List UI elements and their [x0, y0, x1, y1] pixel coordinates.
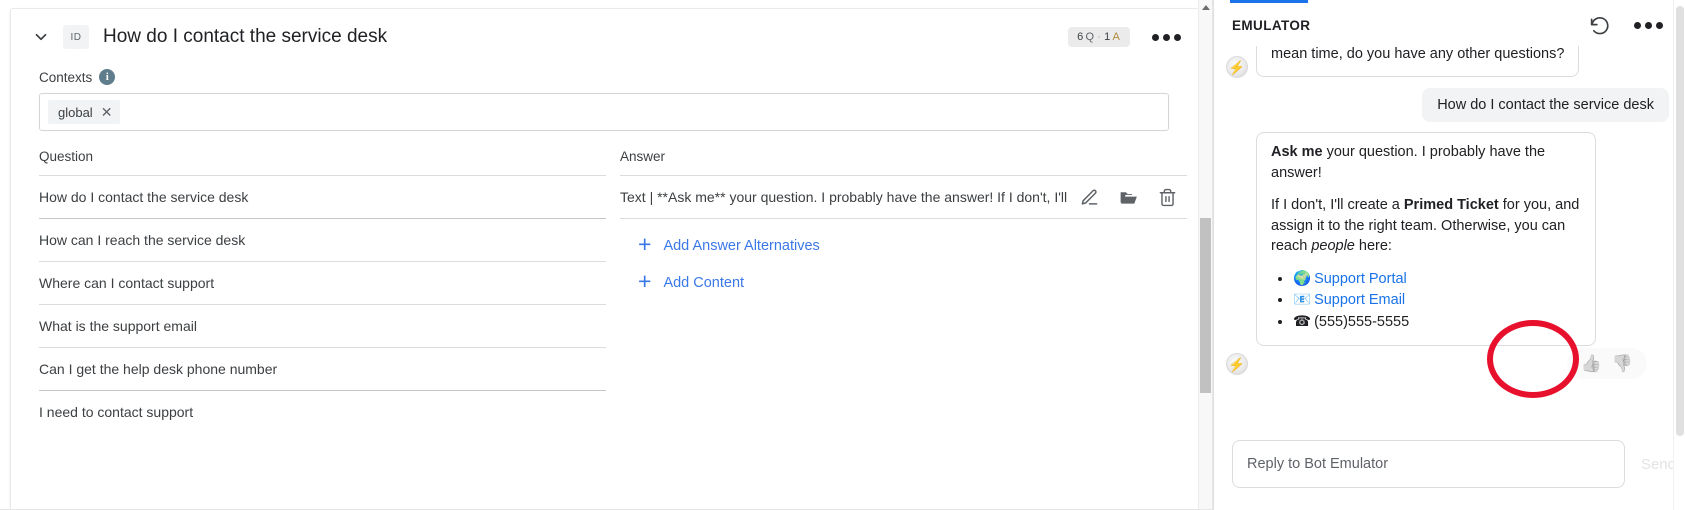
emulator-scrollbar[interactable]: [1673, 0, 1685, 510]
id-chip[interactable]: ID: [63, 25, 89, 49]
thumbs-up-icon[interactable]: 👍: [1581, 355, 1602, 372]
close-icon[interactable]: ✕: [101, 105, 113, 119]
question-text: I need to contact support: [39, 404, 193, 420]
answer-p2-post: here:: [1355, 238, 1392, 254]
chat-bubble-bot: mean time, do you have any other questio…: [1256, 46, 1579, 77]
answer-bold-ask-me: Ask me: [1271, 144, 1323, 160]
scrollbar-thumb[interactable]: [1676, 6, 1684, 436]
collapse-chevron-icon[interactable]: [29, 25, 53, 49]
answer-count: 1: [1104, 31, 1111, 43]
reply-bar: Send: [1214, 432, 1685, 510]
envelope-icon: 📧: [1293, 292, 1311, 308]
header-actions: 6 Q · 1 A: [1068, 27, 1185, 47]
contexts-label: Contexts: [39, 70, 92, 85]
app-root: ID How do I contact the service desk 6 Q…: [0, 0, 1685, 510]
question-column-header: Question: [39, 149, 606, 175]
chat-message-bot: Ask me your question. I probably have th…: [1226, 132, 1669, 346]
reset-undo-icon[interactable]: [1589, 15, 1610, 36]
answer-row: Text | **Ask me** your question. I proba…: [620, 175, 1187, 219]
main-scrollbar[interactable]: [1198, 0, 1212, 510]
emulator-chat-area: ⚡ mean time, do you have any other quest…: [1214, 46, 1685, 431]
add-content-label: Add Content: [663, 275, 744, 291]
telephone-icon: ☎: [1293, 314, 1311, 330]
question-text: Can I get the help desk phone number: [39, 361, 277, 377]
add-content-button[interactable]: + Add Content: [620, 256, 1187, 293]
contexts-input[interactable]: global ✕: [39, 93, 1169, 131]
chat-bubble-bot-answer: Ask me your question. I probably have th…: [1256, 132, 1596, 346]
contexts-label-row: Contexts i: [11, 65, 1199, 93]
bot-bolt-icon: ⚡: [1229, 358, 1245, 371]
support-portal-link[interactable]: Support Portal: [1314, 271, 1407, 287]
send-button[interactable]: Send: [1635, 455, 1678, 474]
feedback-row: ⚡ 👍 👎: [1226, 348, 1669, 379]
qa-columns: Question How do I contact the service de…: [11, 131, 1199, 433]
answer-row-actions: [1080, 187, 1187, 208]
answer-paragraph-2: If I don't, I'll create a Primed Ticket …: [1271, 195, 1581, 257]
table-row[interactable]: I need to contact support: [39, 390, 606, 433]
emulator-kebab-menu-icon[interactable]: [1630, 18, 1667, 33]
chat-bubble-user: How do I contact the service desk: [1422, 88, 1669, 122]
chat-message-bot: ⚡ mean time, do you have any other quest…: [1226, 46, 1669, 78]
page-title: How do I contact the service desk: [103, 26, 387, 48]
feedback-pill: 👍 👎: [1567, 348, 1647, 379]
emulator-header: EMULATOR: [1214, 0, 1685, 46]
context-chip-label: global: [58, 105, 93, 120]
question-count: 6: [1077, 31, 1084, 43]
answer-p2-pre: If I don't, I'll create a: [1271, 197, 1404, 213]
list-item: 📧Support Email: [1293, 290, 1581, 311]
contact-links-list: 🌍Support Portal 📧Support Email ☎(555)555…: [1271, 269, 1581, 333]
emulator-title: EMULATOR: [1232, 18, 1310, 33]
plus-icon: +: [638, 233, 651, 256]
thumbs-down-icon[interactable]: 👎: [1612, 355, 1633, 372]
info-icon[interactable]: i: [99, 69, 115, 85]
question-text: Where can I contact support: [39, 275, 214, 291]
add-answer-alternatives-label: Add Answer Alternatives: [663, 238, 819, 254]
faq-editor-pane: ID How do I contact the service desk 6 Q…: [0, 0, 1213, 510]
list-item: 🌍Support Portal: [1293, 269, 1581, 290]
question-text: How can I reach the service desk: [39, 232, 245, 248]
bot-bolt-icon: ⚡: [1229, 61, 1245, 74]
answer-column: Answer Text | **Ask me** your question. …: [606, 149, 1199, 433]
list-item: ☎(555)555-5555: [1293, 312, 1581, 333]
badge-separator: ·: [1097, 31, 1102, 43]
answer-paragraph-1: Ask me your question. I probably have th…: [1271, 142, 1581, 183]
faq-card: ID How do I contact the service desk 6 Q…: [10, 8, 1200, 510]
emulator-pane: EMULATOR ⚡ mean time, do you have any ot…: [1213, 0, 1685, 510]
chat-bubble-text: mean time, do you have any other questio…: [1271, 46, 1564, 62]
trash-icon[interactable]: [1158, 188, 1177, 207]
support-phone-number: (555)555-5555: [1314, 314, 1409, 330]
context-chip-global[interactable]: global ✕: [48, 100, 120, 124]
avatar: ⚡: [1226, 353, 1248, 375]
table-row[interactable]: How do I contact the service desk: [39, 175, 606, 218]
answer-text: Text | **Ask me** your question. I proba…: [620, 189, 1080, 205]
plus-icon: +: [638, 270, 651, 293]
globe-icon: 🌍: [1293, 271, 1311, 287]
answer-letter: A: [1112, 31, 1121, 43]
table-row[interactable]: Can I get the help desk phone number: [39, 347, 606, 390]
avatar: ⚡: [1226, 56, 1248, 78]
qa-count-badge[interactable]: 6 Q · 1 A: [1068, 27, 1130, 47]
add-answer-alternatives-button[interactable]: + Add Answer Alternatives: [620, 219, 1187, 256]
scrollbar-thumb[interactable]: [1200, 218, 1211, 393]
question-column: Question How do I contact the service de…: [11, 149, 606, 433]
question-text: What is the support email: [39, 318, 197, 334]
faq-card-header: ID How do I contact the service desk 6 Q…: [11, 9, 1199, 65]
table-row[interactable]: How can I reach the service desk: [39, 218, 606, 261]
question-text: How do I contact the service desk: [39, 189, 248, 205]
table-row[interactable]: Where can I contact support: [39, 261, 606, 304]
answer-bold-primed-ticket: Primed Ticket: [1404, 197, 1499, 213]
support-email-link[interactable]: Support Email: [1314, 292, 1405, 308]
reply-input[interactable]: [1232, 440, 1625, 488]
answer-italic-people: people: [1311, 238, 1355, 254]
chat-message-user: How do I contact the service desk: [1226, 88, 1669, 122]
question-letter: Q: [1085, 31, 1095, 43]
edit-pencil-icon[interactable]: [1080, 188, 1099, 207]
scroll-up-arrow-icon[interactable]: [1202, 5, 1210, 10]
table-row[interactable]: What is the support email: [39, 304, 606, 347]
folder-icon[interactable]: [1118, 187, 1139, 208]
card-kebab-menu-icon[interactable]: [1148, 30, 1185, 45]
emulator-header-actions: [1589, 15, 1667, 36]
answer-column-header: Answer: [620, 149, 1187, 175]
